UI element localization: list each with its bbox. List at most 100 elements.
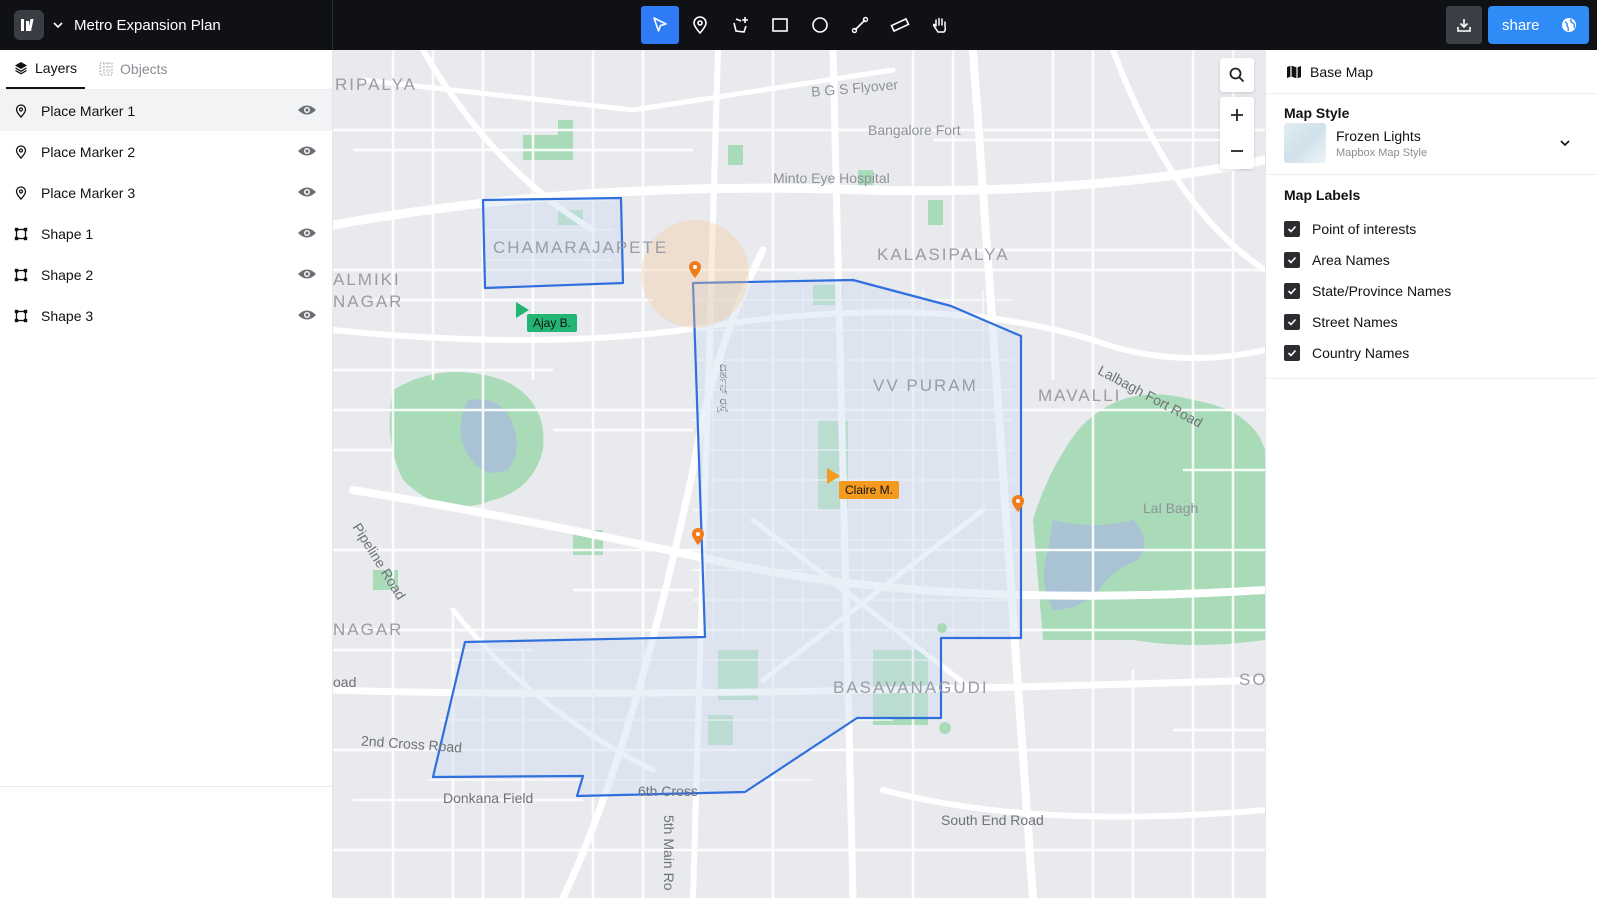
eye-icon[interactable] — [297, 144, 317, 158]
eye-icon[interactable] — [297, 103, 317, 117]
panel-tabs: Layers Objects — [0, 50, 332, 90]
rectangle-tool-button[interactable] — [761, 6, 799, 44]
layer-shape-2[interactable]: Shape 2 — [0, 254, 332, 295]
panel-divider — [0, 786, 332, 787]
map-pin-icon — [15, 103, 27, 118]
eye-icon[interactable] — [297, 308, 317, 322]
app-brand: Metro Expansion Plan — [0, 0, 333, 50]
check-icon — [1287, 349, 1297, 357]
zoom-controls — [1220, 97, 1254, 169]
map-label: oad — [333, 674, 357, 690]
map-label: 6th Cross — [638, 783, 698, 799]
share-button[interactable]: share — [1488, 6, 1589, 44]
label-checkbox-street[interactable]: Street Names — [1266, 306, 1597, 337]
layer-label: Place Marker 3 — [41, 184, 136, 201]
base-map-title: Base Map — [1310, 63, 1374, 80]
tab-layers[interactable]: Layers — [6, 49, 86, 89]
minus-icon — [1231, 150, 1243, 152]
shape-icon — [14, 227, 28, 240]
checkbox-label: Point of interests — [1312, 220, 1417, 237]
circle-icon — [812, 17, 828, 33]
map-label: MAVALLI — [1038, 386, 1122, 405]
layers-icon — [15, 62, 27, 75]
label-checkbox-area[interactable]: Area Names — [1266, 244, 1597, 275]
tab-layers-label: Layers — [35, 60, 78, 76]
tab-objects[interactable]: Objects — [91, 49, 175, 89]
map-label: SO — [1239, 670, 1265, 689]
pan-tool-button[interactable] — [921, 6, 959, 44]
layer-shape-1[interactable]: Shape 1 — [0, 213, 332, 254]
zoom-out-button[interactable] — [1220, 133, 1254, 169]
label-checkbox-country[interactable]: Country Names — [1266, 337, 1597, 368]
chevron-down-icon[interactable] — [52, 19, 64, 31]
map-pin-icon — [15, 185, 27, 200]
check-icon — [1287, 225, 1297, 233]
ruler-icon — [890, 17, 910, 33]
polygon-tool-button[interactable] — [721, 6, 759, 44]
eye-icon[interactable] — [297, 226, 317, 240]
checkbox[interactable] — [1284, 282, 1300, 299]
base-map-header: Base Map — [1266, 50, 1597, 94]
map-label: ದರ್ಶನ್ ರಸ್ತೆ — [717, 364, 731, 413]
section-divider — [1266, 378, 1597, 379]
checkbox-label: State/Province Names — [1312, 282, 1452, 299]
map-label: ALMIKI — [333, 270, 401, 289]
eye-icon[interactable] — [297, 185, 317, 199]
left-panel: Layers Objects Place Marker 1 Place Mark… — [0, 50, 333, 898]
map-style-select[interactable]: Frozen Lights Mapbox Map Style — [1266, 122, 1597, 164]
checkbox-label: Area Names — [1312, 251, 1390, 268]
top-bar: Metro Expansion Plan share — [0, 0, 1597, 50]
map-pin-icon — [15, 144, 27, 159]
check-icon — [1287, 287, 1297, 295]
layer-place-marker-1[interactable]: Place Marker 1 — [0, 90, 332, 131]
layer-label: Shape 2 — [41, 266, 94, 283]
map-labels-section: Map Labels — [1266, 175, 1597, 213]
map-canvas[interactable]: RIPALYA B G S Flyover Bangalore Fort Min… — [333, 50, 1265, 898]
map-style-subtitle: Mapbox Map Style — [1336, 146, 1428, 159]
label-checkbox-poi[interactable]: Point of interests — [1266, 213, 1597, 244]
check-icon — [1287, 256, 1297, 264]
checkbox[interactable] — [1284, 251, 1300, 268]
polygon-add-icon — [733, 17, 748, 33]
layer-place-marker-2[interactable]: Place Marker 2 — [0, 131, 332, 172]
layer-place-marker-3[interactable]: Place Marker 3 — [0, 172, 332, 213]
zoom-in-button[interactable] — [1220, 97, 1254, 133]
layer-label: Shape 3 — [41, 307, 94, 324]
checkbox-label: Country Names — [1312, 344, 1410, 361]
map-label: Bangalore Fort — [868, 122, 961, 138]
project-title[interactable]: Metro Expansion Plan — [74, 17, 221, 34]
cursor-icon — [653, 17, 667, 32]
download-icon — [1457, 19, 1471, 32]
measure-tool-button[interactable] — [881, 6, 919, 44]
checkbox[interactable] — [1284, 344, 1300, 361]
hand-icon — [932, 17, 947, 33]
shape-icon — [14, 309, 28, 322]
map-label: CHAMARAJAPETE — [493, 238, 669, 257]
marker-tool-button[interactable] — [681, 6, 719, 44]
map-search-button[interactable] — [1220, 58, 1254, 92]
search-icon — [1229, 67, 1245, 83]
collaborator-label-claire: Claire M. — [839, 481, 900, 499]
checkbox[interactable] — [1284, 313, 1300, 330]
map-label: Lal Bagh — [1143, 500, 1199, 516]
grid-icon — [99, 62, 113, 76]
checkbox[interactable] — [1284, 220, 1300, 237]
rectangle-icon — [772, 18, 788, 32]
app-logo-icon[interactable] — [14, 10, 44, 40]
collaborator-label-ajay: Ajay B. — [527, 314, 578, 332]
label-checkbox-state[interactable]: State/Province Names — [1266, 275, 1597, 306]
download-button[interactable] — [1446, 6, 1482, 44]
eye-icon[interactable] — [297, 267, 317, 281]
share-label: share — [1502, 16, 1540, 34]
map-label: RIPALYA — [335, 75, 418, 94]
map-label: BASAVANAGUDI — [833, 678, 989, 697]
line-tool-button[interactable] — [841, 6, 879, 44]
layer-label: Place Marker 2 — [41, 143, 136, 160]
layer-label: Place Marker 1 — [41, 102, 136, 119]
check-icon — [1287, 318, 1297, 326]
layer-shape-3[interactable]: Shape 3 — [0, 295, 332, 336]
map-label: Donkana Field — [443, 790, 534, 806]
map-pin-icon — [693, 16, 707, 35]
select-tool-button[interactable] — [641, 6, 679, 44]
circle-tool-button[interactable] — [801, 6, 839, 44]
